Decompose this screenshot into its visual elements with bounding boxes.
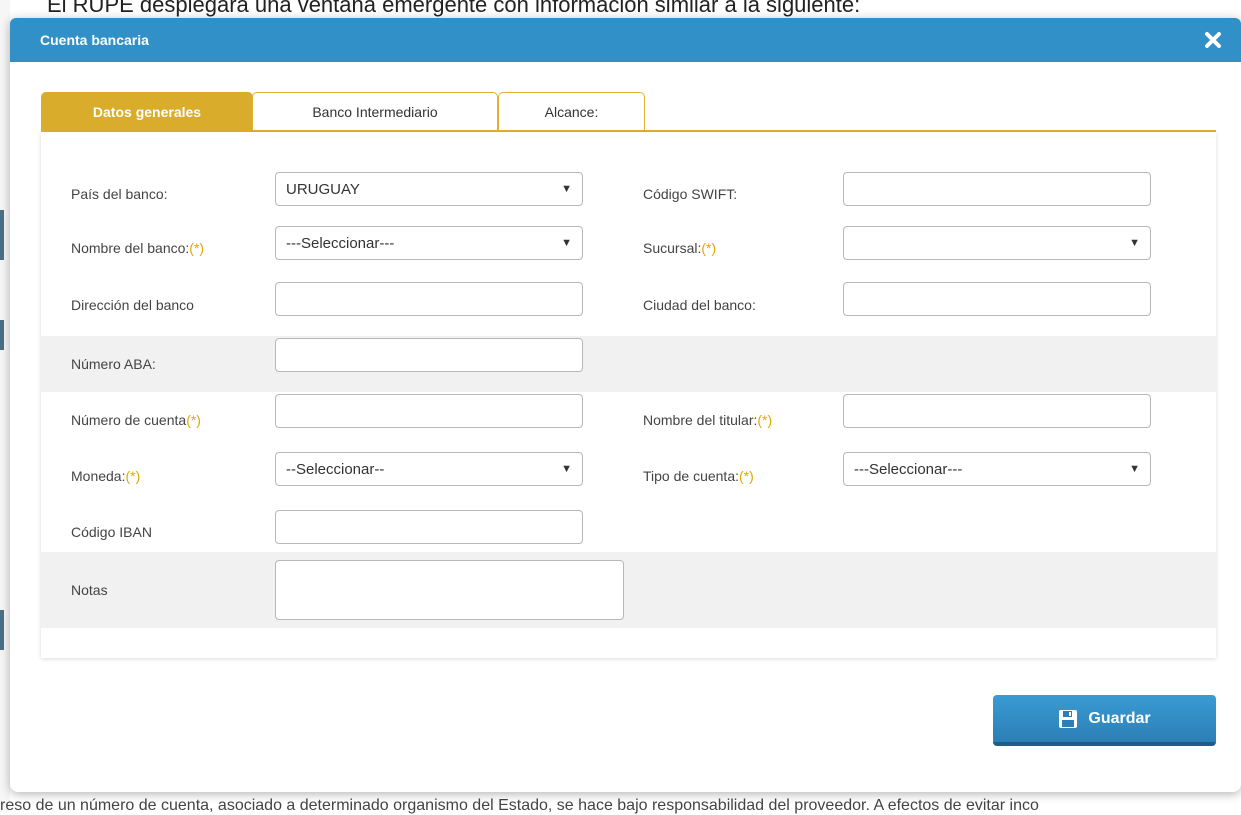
modal-header: Cuenta bancaria	[10, 18, 1241, 62]
swift-input[interactable]	[843, 172, 1151, 206]
save-button[interactable]: Guardar	[993, 695, 1216, 746]
tab-banco-intermediario[interactable]: Banco Intermediario	[252, 92, 498, 131]
sucursal-label: Sucursal:(*)	[643, 240, 717, 256]
tab-datos-generales[interactable]: Datos generales	[41, 92, 253, 131]
ciudad-input[interactable]	[843, 282, 1151, 316]
background-instruction-text: El RUPE desplegará una ventana emergente…	[47, 0, 861, 17]
required-marker: (*)	[125, 468, 141, 484]
background-body-text: reso de un número de cuenta, asociado a …	[0, 797, 1039, 814]
nombre-banco-value: ---Seleccionar---	[286, 235, 395, 252]
moneda-value: --Seleccionar--	[286, 461, 385, 478]
dropdown-arrow-icon: ▼	[1129, 463, 1140, 475]
required-marker: (*)	[189, 240, 205, 256]
modal-title: Cuenta bancaria	[40, 32, 149, 48]
tipo-cuenta-value: ---Seleccionar---	[854, 461, 963, 478]
form-panel: País del banco: URUGUAY ▼ Código SWIFT: …	[41, 132, 1216, 658]
moneda-label: Moneda:(*)	[71, 468, 141, 484]
dropdown-arrow-icon: ▼	[561, 463, 572, 475]
ciudad-label: Ciudad del banco:	[643, 297, 756, 313]
pais-label: País del banco:	[71, 186, 168, 202]
cuenta-label: Número de cuenta(*)	[71, 412, 201, 428]
iban-label: Código IBAN	[71, 524, 152, 540]
notas-label: Notas	[71, 582, 108, 598]
tipo-cuenta-label: Tipo de cuenta:(*)	[643, 468, 754, 484]
titular-input[interactable]	[843, 394, 1151, 428]
swift-label: Código SWIFT:	[643, 186, 738, 202]
form-row: Notas	[41, 552, 1216, 628]
form-row: Número de cuenta(*) Nombre del titular:(…	[41, 392, 1216, 448]
required-marker: (*)	[739, 468, 754, 484]
tab-alcance[interactable]: Alcance:	[498, 92, 645, 131]
titular-label: Nombre del titular:(*)	[643, 412, 773, 428]
direccion-input[interactable]	[275, 282, 583, 316]
dropdown-arrow-icon: ▼	[561, 237, 572, 249]
bank-account-modal: Cuenta bancaria Datos generales Banco In…	[10, 18, 1241, 792]
required-marker: (*)	[186, 412, 201, 428]
sucursal-select[interactable]: ▼	[843, 226, 1151, 260]
tipo-cuenta-select[interactable]: ---Seleccionar--- ▼	[843, 452, 1151, 486]
aba-label: Número ABA:	[71, 356, 156, 372]
dropdown-arrow-icon: ▼	[1129, 237, 1140, 249]
cuenta-input[interactable]	[275, 394, 583, 428]
notas-textarea[interactable]	[275, 560, 624, 620]
nombre-banco-select[interactable]: ---Seleccionar--- ▼	[275, 226, 583, 260]
background-page-edge	[0, 0, 10, 812]
form-row: Número ABA:	[41, 336, 1216, 392]
required-marker: (*)	[701, 240, 717, 256]
form-row: País del banco: URUGUAY ▼ Código SWIFT:	[41, 168, 1216, 224]
iban-input[interactable]	[275, 510, 583, 544]
form-row: Dirección del banco Ciudad del banco:	[41, 280, 1216, 336]
nombre-banco-label: Nombre del banco:(*)	[71, 240, 205, 256]
form-row: Nombre del banco:(*) ---Seleccionar--- ▼…	[41, 224, 1216, 280]
required-marker: (*)	[757, 412, 773, 428]
floppy-disk-icon	[1059, 709, 1078, 728]
save-button-label: Guardar	[1088, 709, 1151, 727]
dropdown-arrow-icon: ▼	[561, 183, 572, 195]
moneda-select[interactable]: --Seleccionar-- ▼	[275, 452, 583, 486]
form-row: Moneda:(*) --Seleccionar-- ▼ Tipo de cue…	[41, 448, 1216, 504]
pais-select[interactable]: URUGUAY ▼	[275, 172, 583, 206]
direccion-label: Dirección del banco	[71, 297, 194, 313]
pais-value: URUGUAY	[286, 181, 360, 198]
aba-input[interactable]	[275, 338, 583, 372]
close-icon[interactable]	[1201, 28, 1225, 52]
